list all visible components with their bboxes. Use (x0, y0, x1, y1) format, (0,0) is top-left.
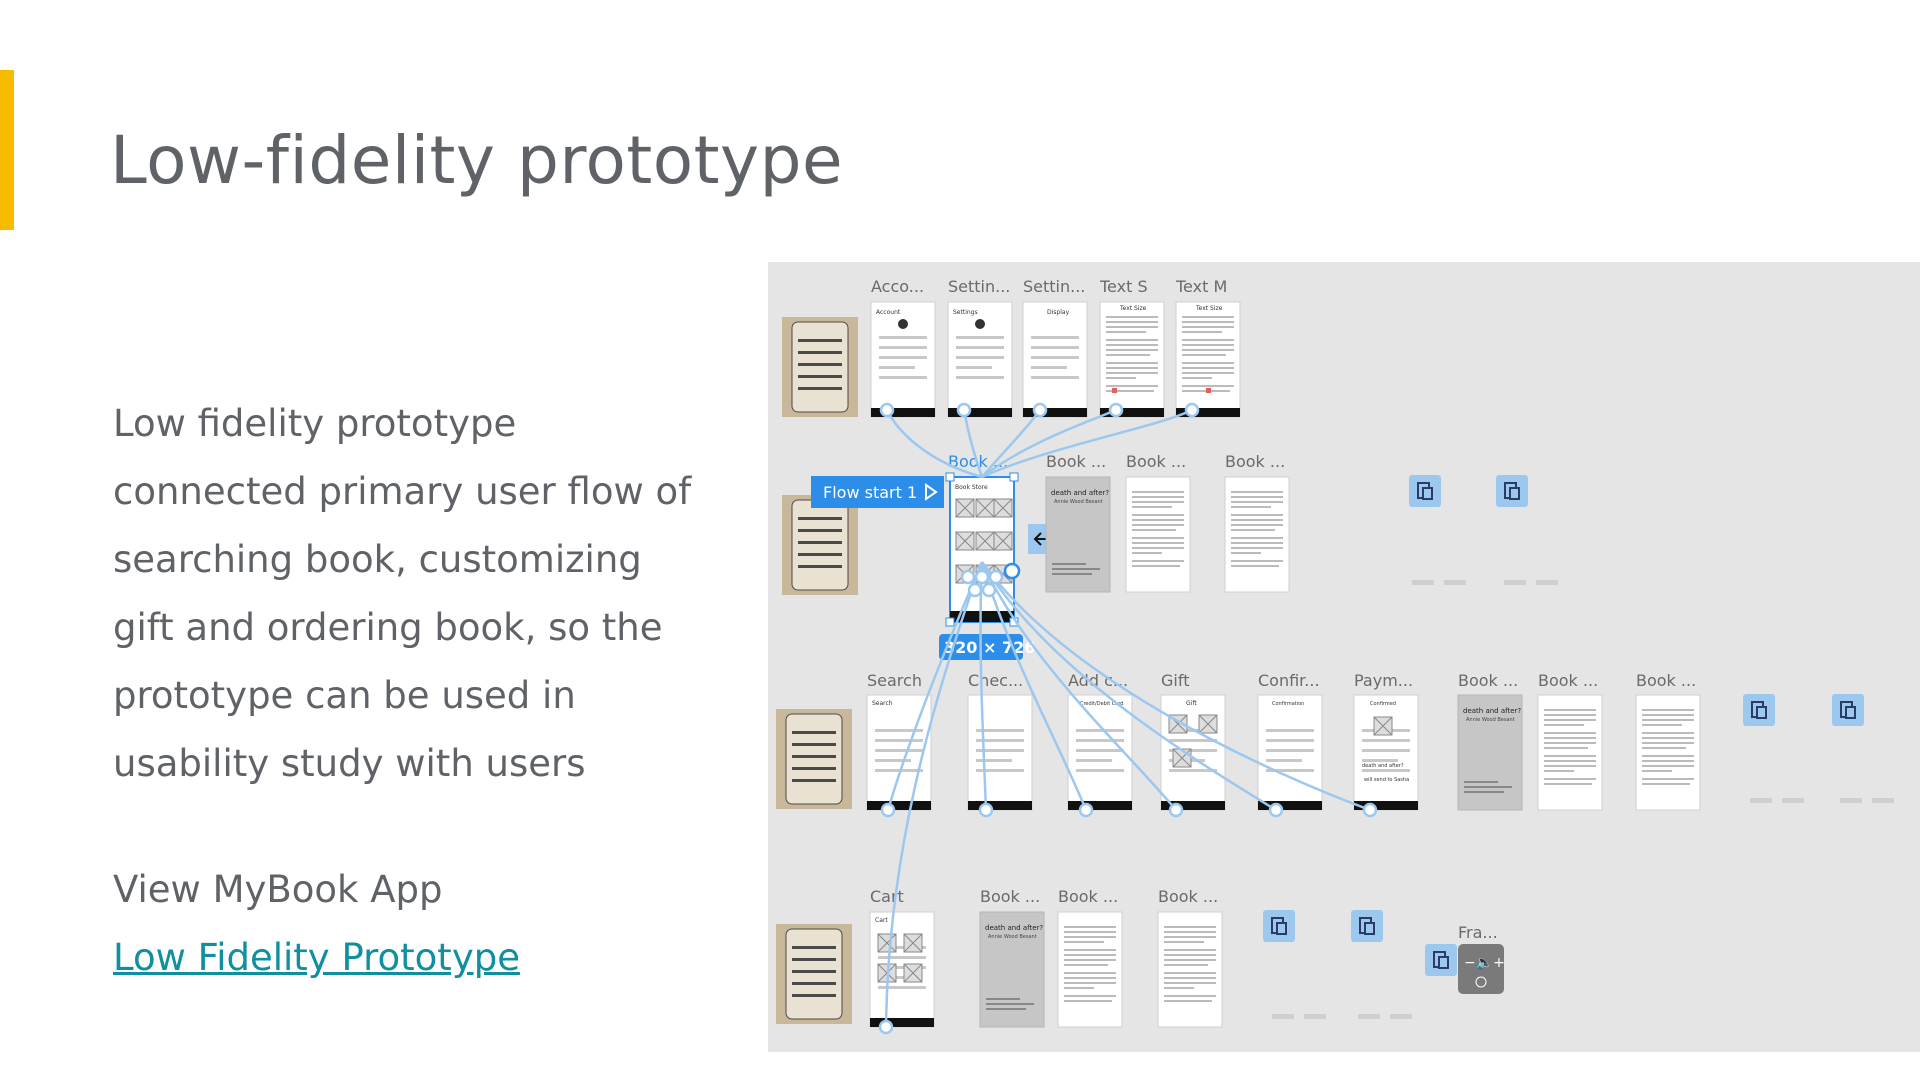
frame-caption-text-s: Text S (1099, 277, 1148, 296)
device-frame-icon[interactable] (1495, 474, 1529, 508)
prototype-board: Acco... Settin... Settin... Text S Text … (775, 277, 1894, 1035)
frame-title-confirmation: Confirmation (1272, 701, 1304, 707)
frame-caption-cart: Cart (870, 887, 904, 906)
frame-caption-book-2: Book ... (1046, 452, 1106, 471)
frame-title-settings: Settings (953, 309, 978, 316)
accent-bar (0, 70, 14, 230)
frame-caption-book-6: Book ... (1538, 671, 1598, 690)
frame-account[interactable]: Account (870, 301, 936, 418)
mini-controls (1840, 798, 1894, 803)
frame-confirmation[interactable]: Confirmation (1257, 694, 1323, 811)
flow-start-badge[interactable]: Flow start 1 (811, 476, 944, 508)
frame-title-account: Account (876, 309, 901, 316)
frame-caption-settings: Settin... (948, 277, 1010, 296)
frame-title-book-store: Book Store (955, 484, 988, 491)
frame-confirmed[interactable]: Confirmed death and after? will send to … (1353, 694, 1419, 811)
frame-book-text-3[interactable] (1537, 694, 1603, 811)
frame-book-store-selected[interactable]: Book Store (945, 472, 1019, 627)
prototype-canvas: Acco... Settin... Settin... Text S Text … (768, 262, 1920, 1052)
book-title-text-3: death and after? (985, 924, 1043, 932)
frame-title-confirmed: Confirmed (1370, 701, 1396, 707)
device-frame-icon[interactable] (1408, 474, 1442, 508)
device-frame-icon[interactable] (1262, 909, 1296, 943)
svg-text:−🔈+: −🔈+ (1464, 955, 1505, 971)
frame-caption-frame: Fra... (1458, 923, 1498, 942)
slide-description: Low fidelity prototype connected primary… (113, 402, 692, 785)
frame-gift[interactable]: Gift (1160, 694, 1226, 811)
audio-control-widget[interactable]: −🔈+ (1458, 944, 1505, 994)
frame-title-cart: Cart (875, 917, 888, 924)
frame-caption-payment: Paym... (1354, 671, 1413, 690)
frame-title-search: Search (872, 700, 893, 707)
frame-book-detail[interactable]: death and after? Annie Wood Besant (1045, 476, 1111, 593)
book-author-text-2: Annie Wood Besant (1466, 717, 1515, 723)
frame-caption-book-3: Book ... (1126, 452, 1186, 471)
mini-controls (1412, 580, 1466, 585)
book-title-text: death and after? (1051, 489, 1109, 497)
frame-caption-account: Acco... (871, 277, 924, 296)
paper-sketch-3 (775, 708, 853, 810)
frame-caption-book-5: Book ... (1458, 671, 1518, 690)
frame-book-detail-2[interactable]: death and after? Annie Wood Besant (1457, 694, 1523, 811)
frame-title-text-size: Text Size (1119, 305, 1147, 312)
row-1-frames: Acco... Settin... Settin... Text S Text … (781, 277, 1241, 418)
frame-caption-checkout: Chec... (968, 671, 1023, 690)
mini-controls (1504, 580, 1558, 585)
frame-cart[interactable]: Cart (869, 911, 935, 1028)
frame-caption-book-4: Book ... (1225, 452, 1285, 471)
size-badge-label: 320 × 726 (944, 638, 1035, 657)
frame-settings-display[interactable]: Display (1022, 301, 1088, 418)
will-send-text: will send to Sasha (1364, 777, 1409, 783)
device-frame-icon[interactable] (1831, 693, 1865, 727)
frame-caption-book-10: Book ... (1158, 887, 1218, 906)
device-frame-icon[interactable] (1424, 943, 1458, 977)
row-2-frames: Book ... Book ... Book ... Book ... Book… (781, 452, 1558, 660)
book-title-text-2: death and after? (1463, 707, 1521, 715)
mini-controls (1358, 1014, 1412, 1019)
confirmed-book-title: death and after? (1362, 763, 1404, 769)
book-author-text: Annie Wood Besant (1054, 499, 1103, 505)
frame-book-detail-3[interactable]: death and after? Annie Wood Besant (979, 911, 1045, 1028)
frame-checkout[interactable] (967, 694, 1033, 811)
frame-settings[interactable]: Settings (947, 301, 1013, 418)
row-3-frames: Search Chec... Add c... Gift Confir... P… (775, 671, 1894, 811)
view-app-label: View MyBook App (113, 868, 443, 911)
frame-caption-confirm: Confir... (1258, 671, 1320, 690)
frame-caption-book-9: Book ... (1058, 887, 1118, 906)
frame-caption-gift: Gift (1161, 671, 1189, 690)
slide-title: Low-fidelity prototype (110, 122, 844, 199)
frame-text-m[interactable]: Text Size (1175, 301, 1241, 418)
frame-book-text-1[interactable] (1125, 476, 1191, 593)
book-author-text-3: Annie Wood Besant (988, 934, 1037, 940)
prototype-link[interactable]: Low Fidelity Prototype (113, 936, 520, 979)
frame-caption-search: Search (867, 671, 922, 690)
device-frame-icon[interactable] (1742, 693, 1776, 727)
frame-book-text-6[interactable] (1157, 911, 1223, 1028)
frame-book-text-5[interactable] (1057, 911, 1123, 1028)
mini-controls (1750, 798, 1804, 803)
paper-sketch-1 (781, 316, 859, 418)
paper-sketch-4 (775, 923, 853, 1025)
frame-caption-book-8: Book ... (980, 887, 1040, 906)
flow-start-label: Flow start 1 (823, 483, 917, 502)
frame-title-gift: Gift (1186, 700, 1197, 707)
frame-book-text-2[interactable] (1224, 476, 1290, 593)
paper-sketch-2 (781, 494, 859, 596)
frame-title-text-size-m: Text Size (1195, 305, 1223, 312)
selected-hotspot (1003, 562, 1021, 580)
frame-caption-book-7: Book ... (1636, 671, 1696, 690)
device-frame-icon[interactable] (1350, 909, 1384, 943)
frame-title-display: Display (1047, 309, 1070, 316)
mini-controls (1272, 1014, 1326, 1019)
frame-caption-settings-display: Settin... (1023, 277, 1085, 296)
frame-text-s[interactable]: Text Size (1099, 301, 1165, 418)
frame-book-text-4[interactable] (1635, 694, 1701, 811)
frame-caption-text-m: Text M (1175, 277, 1227, 296)
